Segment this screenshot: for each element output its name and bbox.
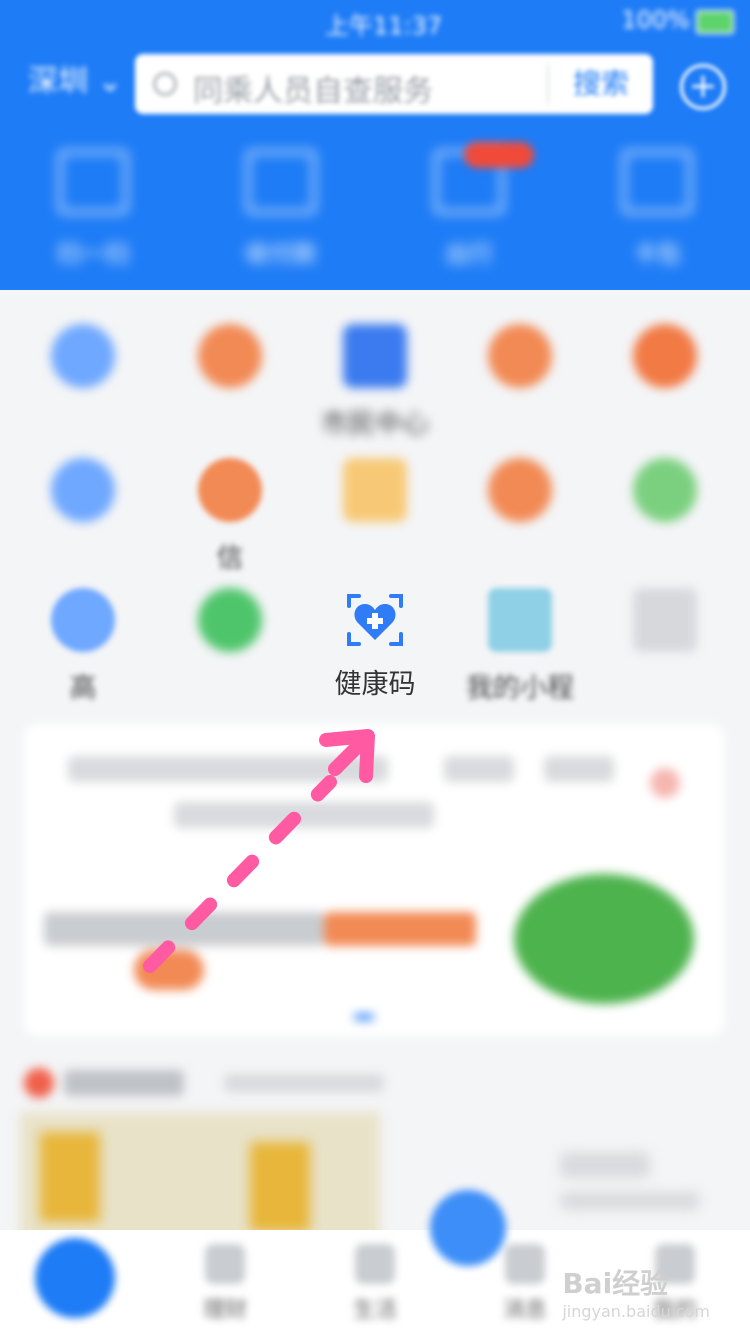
grid-item-city-center[interactable]: 市民中心 — [300, 324, 450, 464]
news-feed[interactable] — [20, 1112, 730, 1242]
status-bar: 上午11:37 100% — [0, 0, 750, 40]
blue-icon — [51, 458, 115, 522]
floating-action-button[interactable] — [430, 1190, 506, 1266]
news-image-detail — [250, 1142, 310, 1232]
orange-icon — [633, 324, 697, 388]
quick-action-label: 收付款 — [245, 240, 317, 268]
city-selector[interactable]: 深圳 ⌄ — [28, 56, 123, 100]
city-center-icon — [343, 324, 407, 388]
grid-item[interactable] — [445, 324, 595, 464]
green-icon — [198, 588, 262, 652]
finance-icon — [205, 1244, 245, 1284]
grid-item[interactable] — [8, 458, 158, 598]
quick-action-scan[interactable]: 扫一扫 — [18, 150, 168, 270]
orange-icon — [198, 458, 262, 522]
grid-item[interactable] — [590, 458, 740, 598]
pay-icon — [246, 150, 316, 214]
quick-action-label: 扫一扫 — [57, 240, 129, 268]
section-icon — [24, 1068, 54, 1098]
search-box[interactable]: 同乘人员自查服务 搜索 — [135, 54, 653, 114]
watermark: Bai经验 jingyan.baidu.com — [562, 1262, 710, 1321]
tab-label: 理财 — [202, 1298, 247, 1323]
notification-badge — [464, 142, 534, 168]
health-code-icon — [345, 590, 405, 650]
health-code-item[interactable]: 健康码 — [300, 590, 450, 730]
carousel-indicator — [354, 1014, 374, 1020]
header: 上午11:37 100% 深圳 ⌄ 同乘人员自查服务 搜索 + 扫一扫 收付款 … — [0, 0, 750, 290]
battery-percent: 100% — [621, 6, 690, 34]
grid-item-label: 高 — [69, 673, 97, 704]
grid-item-label: 市民中心 — [321, 409, 429, 440]
section-subtitle-line — [224, 1074, 384, 1092]
grid-item[interactable] — [590, 588, 740, 728]
grid-item[interactable] — [445, 458, 595, 598]
orange-icon — [198, 324, 262, 388]
grid-item-label: 我的小程 — [466, 673, 574, 704]
home-icon — [35, 1238, 115, 1318]
grid-item-label: 信 — [216, 543, 244, 574]
search-icon — [153, 72, 177, 96]
card-icon — [622, 150, 692, 214]
status-time: 上午11:37 — [325, 12, 443, 40]
quick-action-pay[interactable]: 收付款 — [206, 150, 356, 270]
health-code-label: 健康码 — [334, 669, 416, 700]
grid-item[interactable]: 信 — [155, 458, 305, 598]
quick-action-label: 卡包 — [633, 240, 681, 268]
mini-program-icon — [488, 588, 552, 652]
yellow-icon — [343, 458, 407, 522]
search-placeholder: 同乘人员自查服务 — [193, 74, 433, 109]
orange-icon — [488, 324, 552, 388]
add-icon[interactable]: + — [680, 64, 726, 110]
grey-icon — [633, 588, 697, 652]
arrow-annotation — [143, 729, 375, 973]
quick-action-label: 出行 — [445, 240, 493, 268]
tab-home[interactable]: 首页 — [0, 1232, 150, 1332]
section-title-line — [64, 1070, 184, 1096]
blue-icon — [51, 588, 115, 652]
watermark-url: jingyan.baidu.com — [562, 1302, 710, 1321]
chevron-down-icon: ⌄ — [97, 64, 123, 99]
grid-item[interactable] — [155, 324, 305, 464]
promo-image — [514, 874, 694, 1004]
grid-item[interactable]: 高 — [8, 588, 158, 728]
section-header — [24, 1064, 724, 1104]
watermark-brand: Bai经验 — [562, 1267, 669, 1300]
message-icon — [505, 1244, 545, 1284]
grid-item-mini-program[interactable]: 我的小程 — [445, 588, 595, 728]
promo-dot — [650, 768, 680, 798]
search-button[interactable]: 搜索 — [547, 64, 653, 104]
scan-icon — [58, 150, 128, 214]
blue-icon — [51, 324, 115, 388]
tab-finance[interactable]: 理财 — [150, 1232, 300, 1332]
quick-action-travel[interactable]: 出行 — [394, 150, 544, 270]
tab-life[interactable]: 生活 — [300, 1232, 450, 1332]
grid-item[interactable] — [8, 324, 158, 464]
news-subtitle-line — [560, 1192, 700, 1210]
grid-item[interactable] — [300, 458, 450, 598]
grid-item[interactable] — [155, 588, 305, 728]
news-title-line — [560, 1152, 650, 1178]
tab-label: 生活 — [352, 1298, 397, 1323]
green-icon — [633, 458, 697, 522]
city-label: 深圳 — [28, 64, 88, 99]
news-image-detail — [40, 1132, 100, 1222]
battery-icon — [696, 10, 734, 34]
promo-text-line — [544, 756, 614, 782]
grid-item[interactable] — [590, 324, 740, 464]
quick-action-card[interactable]: 卡包 — [582, 150, 732, 270]
orange-icon — [488, 458, 552, 522]
life-icon — [355, 1244, 395, 1284]
promo-text-line — [444, 756, 514, 782]
